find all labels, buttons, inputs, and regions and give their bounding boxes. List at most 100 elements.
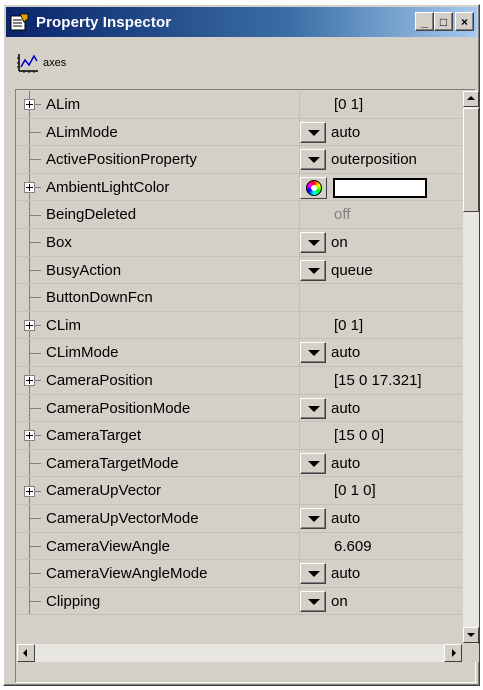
color-swatch[interactable] (333, 177, 427, 198)
dropdown-arrow-button[interactable] (300, 149, 326, 171)
property-row[interactable]: ButtonDownFcn (17, 284, 462, 312)
dropdown-arrow-button[interactable] (300, 590, 326, 612)
property-value[interactable]: auto (331, 505, 360, 532)
property-row[interactable]: AmbientLightColor (17, 173, 462, 202)
property-name-cell[interactable]: AmbientLightColor (17, 173, 299, 201)
title-bar[interactable]: Property Inspector _ □ × (6, 7, 477, 37)
property-value[interactable]: outerposition (331, 146, 417, 173)
maximize-button[interactable]: □ (434, 12, 453, 31)
property-value[interactable]: on (331, 229, 348, 256)
property-value-cell[interactable]: auto (299, 118, 462, 146)
property-value-cell[interactable]: [0 1] (299, 311, 462, 339)
property-name-cell[interactable]: Clipping (17, 587, 299, 615)
property-value[interactable]: [15 0 17.321] (334, 367, 422, 394)
property-value-cell[interactable] (299, 284, 462, 311)
vertical-scrollbar[interactable] (463, 91, 479, 643)
property-value-cell[interactable] (299, 173, 462, 201)
property-value[interactable]: auto (331, 395, 360, 422)
property-value[interactable]: queue (331, 257, 373, 284)
property-value[interactable]: auto (331, 450, 360, 477)
property-row[interactable]: BeingDeleted off (17, 201, 462, 229)
property-row[interactable]: ActivePositionProperty outerposition (17, 146, 462, 174)
scroll-up-button[interactable] (463, 91, 479, 107)
property-value-cell[interactable]: auto (299, 449, 462, 477)
property-row[interactable]: CameraTarget [15 0 0] (17, 422, 462, 450)
object-selector[interactable]: axes (6, 45, 477, 81)
property-value[interactable]: [0 1] (334, 91, 363, 118)
property-value[interactable]: [15 0 0] (334, 422, 384, 449)
property-name-cell[interactable]: CameraTargetMode (17, 449, 299, 477)
property-value-cell[interactable]: [15 0 0] (299, 422, 462, 449)
property-value[interactable]: on (331, 588, 348, 615)
horizontal-scrollbar[interactable] (17, 644, 462, 662)
property-row[interactable]: CameraPositionMode auto (17, 394, 462, 423)
property-name-cell[interactable]: Box (17, 228, 299, 256)
property-name-cell[interactable]: CameraPosition (17, 366, 299, 394)
scroll-down-button[interactable] (463, 627, 479, 643)
property-name-cell[interactable]: CameraTarget (17, 422, 299, 449)
property-name-cell[interactable]: ALimMode (17, 118, 299, 146)
dropdown-arrow-button[interactable] (300, 507, 326, 529)
property-row[interactable]: ALim [0 1] (17, 91, 462, 119)
property-name-cell[interactable]: CameraUpVectorMode (17, 504, 299, 532)
property-value-cell[interactable]: off (299, 201, 462, 228)
property-value-cell[interactable]: on (299, 587, 462, 615)
property-value-cell[interactable]: 6.609 (299, 532, 462, 560)
property-row[interactable]: CameraTargetMode auto (17, 449, 462, 478)
property-value-cell[interactable]: on (299, 228, 462, 256)
property-row[interactable]: CameraUpVector [0 1 0] (17, 477, 462, 505)
property-row[interactable]: CameraViewAngle 6.609 (17, 532, 462, 561)
property-name-cell[interactable]: BusyAction (17, 256, 299, 284)
property-row[interactable]: Clipping on (17, 587, 462, 616)
property-value-cell[interactable]: outerposition (299, 146, 462, 173)
property-name-cell[interactable]: CameraPositionMode (17, 394, 299, 422)
property-value[interactable]: auto (331, 560, 360, 587)
dropdown-arrow-button[interactable] (300, 121, 326, 143)
scroll-right-button[interactable] (444, 644, 462, 662)
property-value-cell[interactable]: auto (299, 394, 462, 422)
scroll-thumb[interactable] (463, 108, 479, 212)
property-name-cell[interactable]: CameraViewAngle (17, 532, 299, 560)
property-name-cell[interactable]: BeingDeleted (17, 201, 299, 228)
expand-plus-icon[interactable] (24, 182, 35, 194)
dropdown-arrow-button[interactable] (300, 563, 326, 585)
dropdown-arrow-button[interactable] (300, 452, 326, 474)
dropdown-arrow-button[interactable] (300, 231, 326, 253)
expand-plus-icon[interactable] (24, 375, 35, 387)
property-name-cell[interactable]: CameraUpVector (17, 477, 299, 504)
property-row[interactable]: CLim [0 1] (17, 311, 462, 340)
expand-plus-icon[interactable] (24, 485, 35, 497)
property-row[interactable]: CameraViewAngleMode auto (17, 560, 462, 588)
close-button[interactable]: × (455, 12, 474, 31)
expand-plus-icon[interactable] (24, 430, 35, 442)
property-value[interactable]: [0 1 0] (334, 477, 376, 504)
property-value[interactable]: auto (331, 339, 360, 366)
property-value-cell[interactable]: auto (299, 339, 462, 366)
property-name-cell[interactable]: CLimMode (17, 339, 299, 366)
expand-plus-icon[interactable] (24, 99, 35, 111)
property-name-cell[interactable]: CLim (17, 311, 299, 339)
property-row[interactable]: CameraPosition [15 0 17.321] (17, 366, 462, 395)
property-name-cell[interactable]: ButtonDownFcn (17, 284, 299, 311)
property-value[interactable]: auto (331, 119, 360, 146)
property-name-cell[interactable]: ActivePositionProperty (17, 146, 299, 173)
property-row[interactable]: CameraUpVectorMode auto (17, 504, 462, 533)
property-value-cell[interactable]: [15 0 17.321] (299, 366, 462, 394)
property-name-cell[interactable]: CameraViewAngleMode (17, 560, 299, 587)
property-row[interactable]: ALimMode auto (17, 118, 462, 147)
property-value-cell[interactable]: auto (299, 560, 462, 587)
property-row[interactable]: BusyAction queue (17, 256, 462, 285)
property-value-cell[interactable]: queue (299, 256, 462, 284)
property-name-cell[interactable]: ALim (17, 91, 299, 118)
property-value-cell[interactable]: [0 1 0] (299, 477, 462, 504)
dropdown-arrow-button[interactable] (300, 397, 326, 419)
minimize-button[interactable]: _ (415, 12, 434, 31)
property-value-cell[interactable]: [0 1] (299, 91, 462, 118)
color-wheel-icon[interactable] (300, 176, 327, 199)
property-row[interactable]: CLimMode auto (17, 339, 462, 367)
property-value-cell[interactable]: auto (299, 504, 462, 532)
property-row[interactable]: Box on (17, 228, 462, 257)
dropdown-arrow-button[interactable] (300, 259, 326, 281)
dropdown-arrow-button[interactable] (300, 342, 326, 364)
scroll-left-button[interactable] (17, 644, 35, 662)
